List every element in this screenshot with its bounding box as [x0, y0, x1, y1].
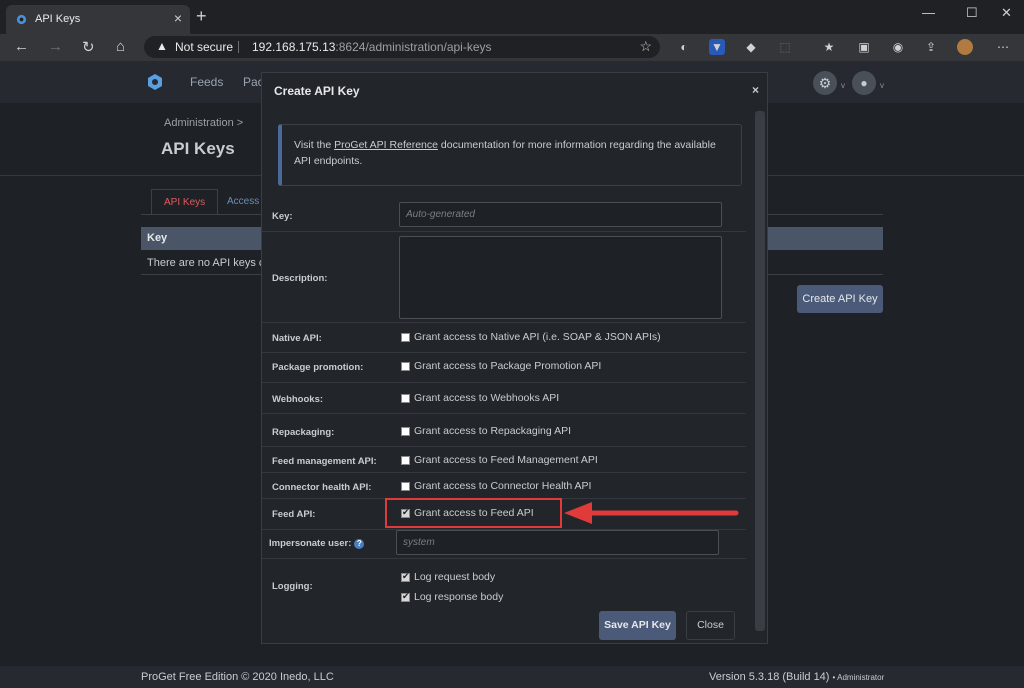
proget-favicon-icon — [16, 14, 27, 25]
footer-version: Version 5.3.18 (Build 14) • Administrato… — [709, 671, 885, 683]
permission-label: Repackaging: — [272, 427, 335, 438]
logging-row: Logging: Log request body Log response b… — [262, 559, 746, 604]
close-tab-icon[interactable]: × — [174, 10, 182, 26]
permission-row: Connector health API: Grant access to Co… — [262, 473, 746, 499]
package-promotion-checkbox[interactable]: Grant access to Package Promotion API — [401, 360, 601, 372]
tab-api-keys[interactable]: API Keys — [151, 189, 219, 215]
extension-dim-icon[interactable]: ⬚ — [777, 39, 793, 55]
permission-label: Feed management API: — [272, 456, 377, 467]
address-bar-row: ← → ↻ ⌂ ▲ Not secure 192.168.175.13:8624… — [0, 34, 1024, 61]
impersonate-label: Impersonate user:? — [269, 538, 365, 549]
not-secure-label: Not secure — [175, 40, 234, 54]
checkbox-icon[interactable] — [401, 393, 410, 403]
favorite-star-icon[interactable]: ☆ — [639, 38, 652, 55]
red-arrow-icon — [564, 502, 739, 524]
url-separator — [238, 41, 239, 53]
impersonate-row: Impersonate user:? system — [262, 530, 746, 559]
description-label: Description: — [272, 273, 328, 284]
permission-label: Webhooks: — [272, 394, 324, 405]
info-callout: Visit the ProGet API Reference documenta… — [278, 124, 742, 186]
chevron-down-icon[interactable]: v — [841, 81, 845, 90]
create-api-key-dialog: Create API Key × Visit the ProGet API Re… — [261, 72, 768, 644]
gear-icon[interactable]: ⚙ — [813, 71, 837, 95]
log-response-checkbox[interactable]: Log response body — [401, 591, 503, 603]
warning-icon: ▲ — [156, 39, 168, 53]
minimize-icon[interactable]: — — [922, 5, 935, 20]
repackaging-checkbox[interactable]: Grant access to Repackaging API — [401, 425, 571, 437]
chevron-down-icon[interactable]: v — [880, 81, 884, 90]
user-icon[interactable]: ● — [852, 71, 876, 95]
shield-extension-icon[interactable]: ◆ — [743, 39, 759, 55]
description-row: Description: — [262, 232, 746, 323]
checkbox-icon[interactable] — [401, 455, 410, 465]
logging-label: Logging: — [272, 581, 313, 592]
permission-label: Native API: — [272, 333, 322, 344]
feed-management-checkbox[interactable]: Grant access to Feed Management API — [401, 454, 598, 466]
browser-tabbar: API Keys × + — ☐ ✕ — [0, 0, 1024, 34]
checkbox-icon[interactable] — [401, 481, 410, 491]
checkbox-icon[interactable] — [401, 426, 410, 436]
permission-row: Webhooks: Grant access to Webhooks API — [262, 383, 746, 414]
maximize-icon[interactable]: ☐ — [966, 5, 978, 21]
key-label: Key: — [272, 211, 293, 222]
checkbox-checked-icon[interactable] — [401, 571, 410, 582]
highlight-box — [385, 498, 562, 528]
description-textarea[interactable] — [399, 236, 722, 319]
collections-icon[interactable]: ▣ — [856, 39, 872, 55]
checkbox-icon[interactable] — [401, 332, 410, 342]
footer-copyright: ProGet Free Edition © 2020 Inedo, LLC — [141, 671, 334, 683]
key-input[interactable]: Auto-generated — [399, 202, 722, 227]
breadcrumb[interactable]: Administration > — [164, 117, 243, 129]
profile-avatar-icon[interactable] — [957, 39, 973, 55]
url-field[interactable]: ▲ Not secure 192.168.175.13:8624/adminis… — [144, 36, 660, 58]
nav-feeds[interactable]: Feeds — [190, 75, 223, 89]
new-tab-icon[interactable]: + — [196, 6, 207, 27]
permission-row: Repackaging: Grant access to Repackaging… — [262, 414, 746, 447]
back-icon[interactable]: ← — [14, 38, 29, 55]
proget-logo-icon[interactable] — [146, 73, 164, 91]
page-title: API Keys — [161, 139, 235, 158]
screenshot-icon[interactable]: ◉ — [890, 39, 906, 55]
permission-row: Feed management API: Grant access to Fee… — [262, 447, 746, 473]
browser-tab[interactable]: API Keys × — [6, 5, 190, 34]
favorites-icon[interactable]: ★ — [821, 39, 837, 55]
permission-row: Native API: Grant access to Native API (… — [262, 323, 746, 353]
forward-icon[interactable]: → — [48, 38, 63, 55]
save-api-key-button[interactable]: Save API Key — [599, 611, 676, 640]
create-api-key-button[interactable]: Create API Key — [797, 285, 883, 313]
api-reference-link[interactable]: ProGet API Reference — [334, 139, 438, 151]
checkbox-icon[interactable] — [401, 361, 410, 371]
bitwarden-icon[interactable]: ▼ — [709, 39, 725, 55]
close-window-icon[interactable]: ✕ — [1001, 5, 1012, 21]
permission-label: Feed API: — [272, 509, 316, 520]
tab-title: API Keys — [35, 13, 81, 25]
permission-row: Package promotion: Grant access to Packa… — [262, 353, 746, 383]
url-text: 192.168.175.13:8624/administration/api-k… — [252, 40, 492, 54]
scrollbar[interactable] — [755, 111, 765, 631]
dialog-header: Create API Key × — [262, 73, 767, 107]
permission-label: Connector health API: — [272, 482, 372, 493]
close-button[interactable]: Close — [686, 611, 735, 640]
home-icon[interactable]: ⌂ — [116, 38, 125, 55]
native-api-checkbox[interactable]: Grant access to Native API (i.e. SOAP & … — [401, 331, 661, 343]
more-menu-icon[interactable]: ⋯ — [995, 39, 1011, 55]
checkbox-checked-icon[interactable] — [401, 591, 410, 602]
impersonate-user-input[interactable]: system — [396, 530, 719, 555]
webhooks-checkbox[interactable]: Grant access to Webhooks API — [401, 392, 559, 404]
log-request-checkbox[interactable]: Log request body — [401, 571, 495, 583]
share-icon[interactable]: ⇪ — [923, 39, 939, 55]
footer: ProGet Free Edition © 2020 Inedo, LLC Ve… — [0, 666, 1024, 688]
key-row: Key: Auto-generated — [262, 197, 746, 232]
extension-icon[interactable]: ◐ — [676, 39, 692, 55]
refresh-icon[interactable]: ↻ — [82, 38, 95, 56]
connector-health-checkbox[interactable]: Grant access to Connector Health API — [401, 480, 591, 492]
close-icon[interactable]: × — [752, 83, 759, 97]
dialog-title: Create API Key — [274, 84, 360, 98]
help-icon[interactable]: ? — [354, 539, 365, 549]
permission-label: Package promotion: — [272, 362, 364, 373]
